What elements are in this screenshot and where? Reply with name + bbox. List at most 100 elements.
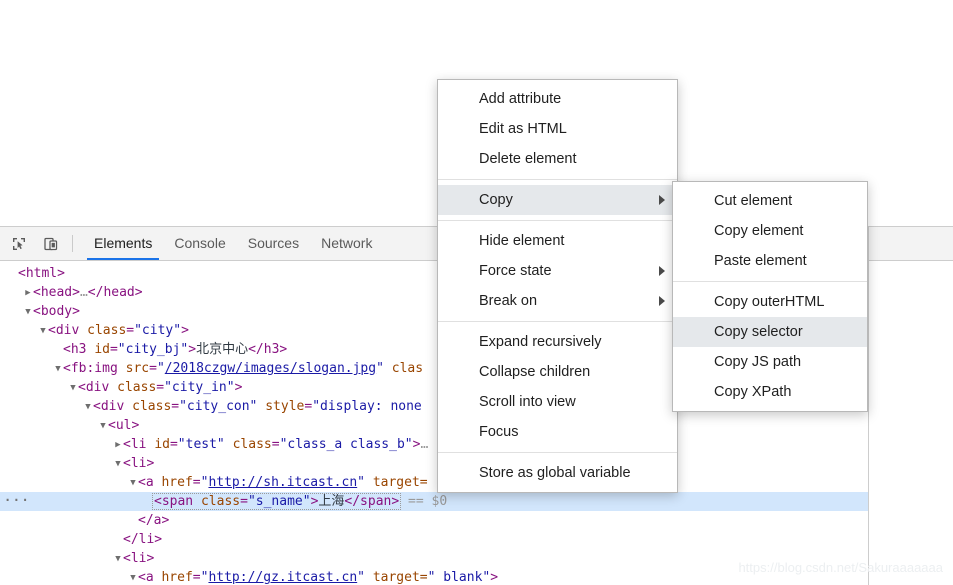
menu-item-label: Paste element	[714, 253, 807, 269]
tag-token: == $0	[400, 494, 448, 509]
tag-token: =	[304, 399, 313, 414]
menu-item-collapse-children[interactable]: Collapse children	[438, 357, 677, 387]
menu-item-break-on[interactable]: Break on	[438, 286, 677, 316]
twisty-expanded-icon[interactable]: ▼	[128, 569, 138, 585]
attr-name: style	[257, 399, 305, 414]
attr-value-link[interactable]: http://gz.itcast.cn	[208, 570, 357, 585]
menu-item-copy[interactable]: Copy	[438, 185, 677, 215]
twisty-expanded-icon[interactable]: ▼	[113, 550, 123, 569]
attr-value: "	[357, 570, 365, 585]
attr-name: class	[224, 437, 272, 452]
menu-item-hide-element[interactable]: Hide element	[438, 226, 677, 256]
menu-item-add-attribute[interactable]: Add attribute	[438, 84, 677, 114]
selected-node-outline: <span class="s_name">上海</span>	[151, 493, 402, 510]
tag-token: =	[192, 475, 201, 490]
twisty-collapsed-icon[interactable]: ▶	[113, 436, 123, 455]
tab-label: Console	[174, 235, 226, 251]
submenu-item-copy-xpath[interactable]: Copy XPath	[673, 377, 867, 407]
tab-network[interactable]: Network	[310, 227, 383, 260]
menu-item-label: Edit as HTML	[479, 121, 567, 137]
tag-token: >	[188, 342, 197, 357]
twisty-collapsed-icon[interactable]: ▶	[23, 284, 33, 303]
twisty-expanded-icon[interactable]: ▼	[128, 474, 138, 493]
menu-separator	[438, 220, 677, 221]
tag-token: <a	[138, 570, 162, 585]
menu-separator	[438, 179, 677, 180]
submenu-item-copy-outerhtml[interactable]: Copy outerHTML	[673, 287, 867, 317]
submenu-item-copy-selector[interactable]: Copy selector	[673, 317, 867, 347]
attr-value-link[interactable]: http://sh.itcast.cn	[208, 475, 357, 490]
tag-token: <h3	[63, 342, 95, 357]
device-toolbar-icon[interactable]	[38, 231, 64, 257]
tag-token: >	[490, 570, 499, 585]
tag-token: </span>	[344, 494, 400, 509]
dom-node-row-selected[interactable]: ··· <span class="s_name">上海</span> == $0	[0, 492, 953, 511]
tag-token: <div	[78, 380, 118, 395]
menu-item-label: Scroll into view	[479, 394, 576, 410]
inspect-element-icon[interactable]	[6, 231, 32, 257]
menu-item-store-as-global-variable[interactable]: Store as global variable	[438, 458, 677, 488]
tag-token: =	[240, 494, 248, 509]
attr-name: class	[87, 323, 127, 338]
tag-token: <html>	[18, 266, 65, 281]
dom-node-row[interactable]: </li>	[0, 530, 953, 549]
menu-item-label: Collapse children	[479, 364, 591, 380]
menu-item-label: Add attribute	[479, 91, 562, 107]
twisty-expanded-icon[interactable]: ▼	[23, 303, 33, 322]
menu-item-focus[interactable]: Focus	[438, 417, 677, 447]
attr-value: "test"	[177, 437, 225, 452]
menu-item-force-state[interactable]: Force state	[438, 256, 677, 286]
tab-console[interactable]: Console	[163, 227, 236, 260]
tag-token: >	[181, 323, 189, 338]
twisty-expanded-icon[interactable]: ▼	[38, 322, 48, 341]
twisty-expanded-icon[interactable]: ▼	[113, 455, 123, 474]
tag-token: </head>	[87, 285, 143, 300]
attr-value: "	[357, 475, 365, 490]
text-node: 北京中心	[196, 342, 249, 357]
tag-token: =	[271, 437, 280, 452]
attr-name: src	[125, 361, 150, 376]
menu-item-label: Force state	[479, 263, 552, 279]
twisty-expanded-icon[interactable]: ▼	[68, 379, 78, 398]
dom-node-row[interactable]: </a>	[0, 511, 953, 530]
submenu-item-copy-js-path[interactable]: Copy JS path	[673, 347, 867, 377]
tab-label: Elements	[94, 235, 153, 251]
menu-item-delete-element[interactable]: Delete element	[438, 144, 677, 174]
submenu-item-cut-element[interactable]: Cut element	[673, 186, 867, 216]
styles-pane-toolbar	[869, 227, 953, 261]
tag-token: <head>	[33, 285, 80, 300]
menu-item-edit-as-html[interactable]: Edit as HTML	[438, 114, 677, 144]
twisty-expanded-icon[interactable]: ▼	[98, 417, 108, 436]
context-menu[interactable]: Add attribute Edit as HTML Delete element C…	[437, 79, 678, 493]
submenu-item-copy-element[interactable]: Copy element	[673, 216, 867, 246]
attr-value: "city_con"	[179, 399, 258, 414]
attr-name: class	[117, 380, 157, 395]
menu-item-expand-recursively[interactable]: Expand recursively	[438, 327, 677, 357]
tag-token: <li>	[123, 551, 155, 566]
twisty-expanded-icon[interactable]: ▼	[83, 398, 93, 417]
attr-value: "city_in"	[164, 380, 235, 395]
devtools-styles-pane	[868, 227, 953, 585]
submenu-arrow-icon	[659, 195, 665, 205]
tag-token: =	[169, 437, 178, 452]
menu-item-scroll-into-view[interactable]: Scroll into view	[438, 387, 677, 417]
tag-token: <li	[123, 437, 155, 452]
menu-item-label: Copy	[479, 192, 513, 208]
submenu-arrow-icon	[659, 266, 665, 276]
menu-item-label: Copy JS path	[714, 354, 802, 370]
menu-item-label: Cut element	[714, 193, 793, 209]
tab-sources[interactable]: Sources	[237, 227, 310, 260]
twisty-expanded-icon[interactable]: ▼	[53, 360, 63, 379]
tab-elements[interactable]: Elements	[83, 227, 163, 260]
menu-item-label: Break on	[479, 293, 538, 309]
context-submenu-copy[interactable]: Cut element Copy element Paste element Copy…	[672, 181, 868, 412]
menu-separator	[438, 321, 677, 322]
submenu-item-paste-element[interactable]: Paste element	[673, 246, 867, 276]
attr-value: "	[376, 361, 384, 376]
menu-item-label: Copy element	[714, 223, 804, 239]
attr-value-link[interactable]: /2018czgw/images/slogan.jpg	[165, 361, 376, 376]
attr-value: "city_bj"	[117, 342, 189, 357]
tag-token: <fb:img	[63, 361, 126, 376]
tag-token: <body>	[33, 304, 80, 319]
